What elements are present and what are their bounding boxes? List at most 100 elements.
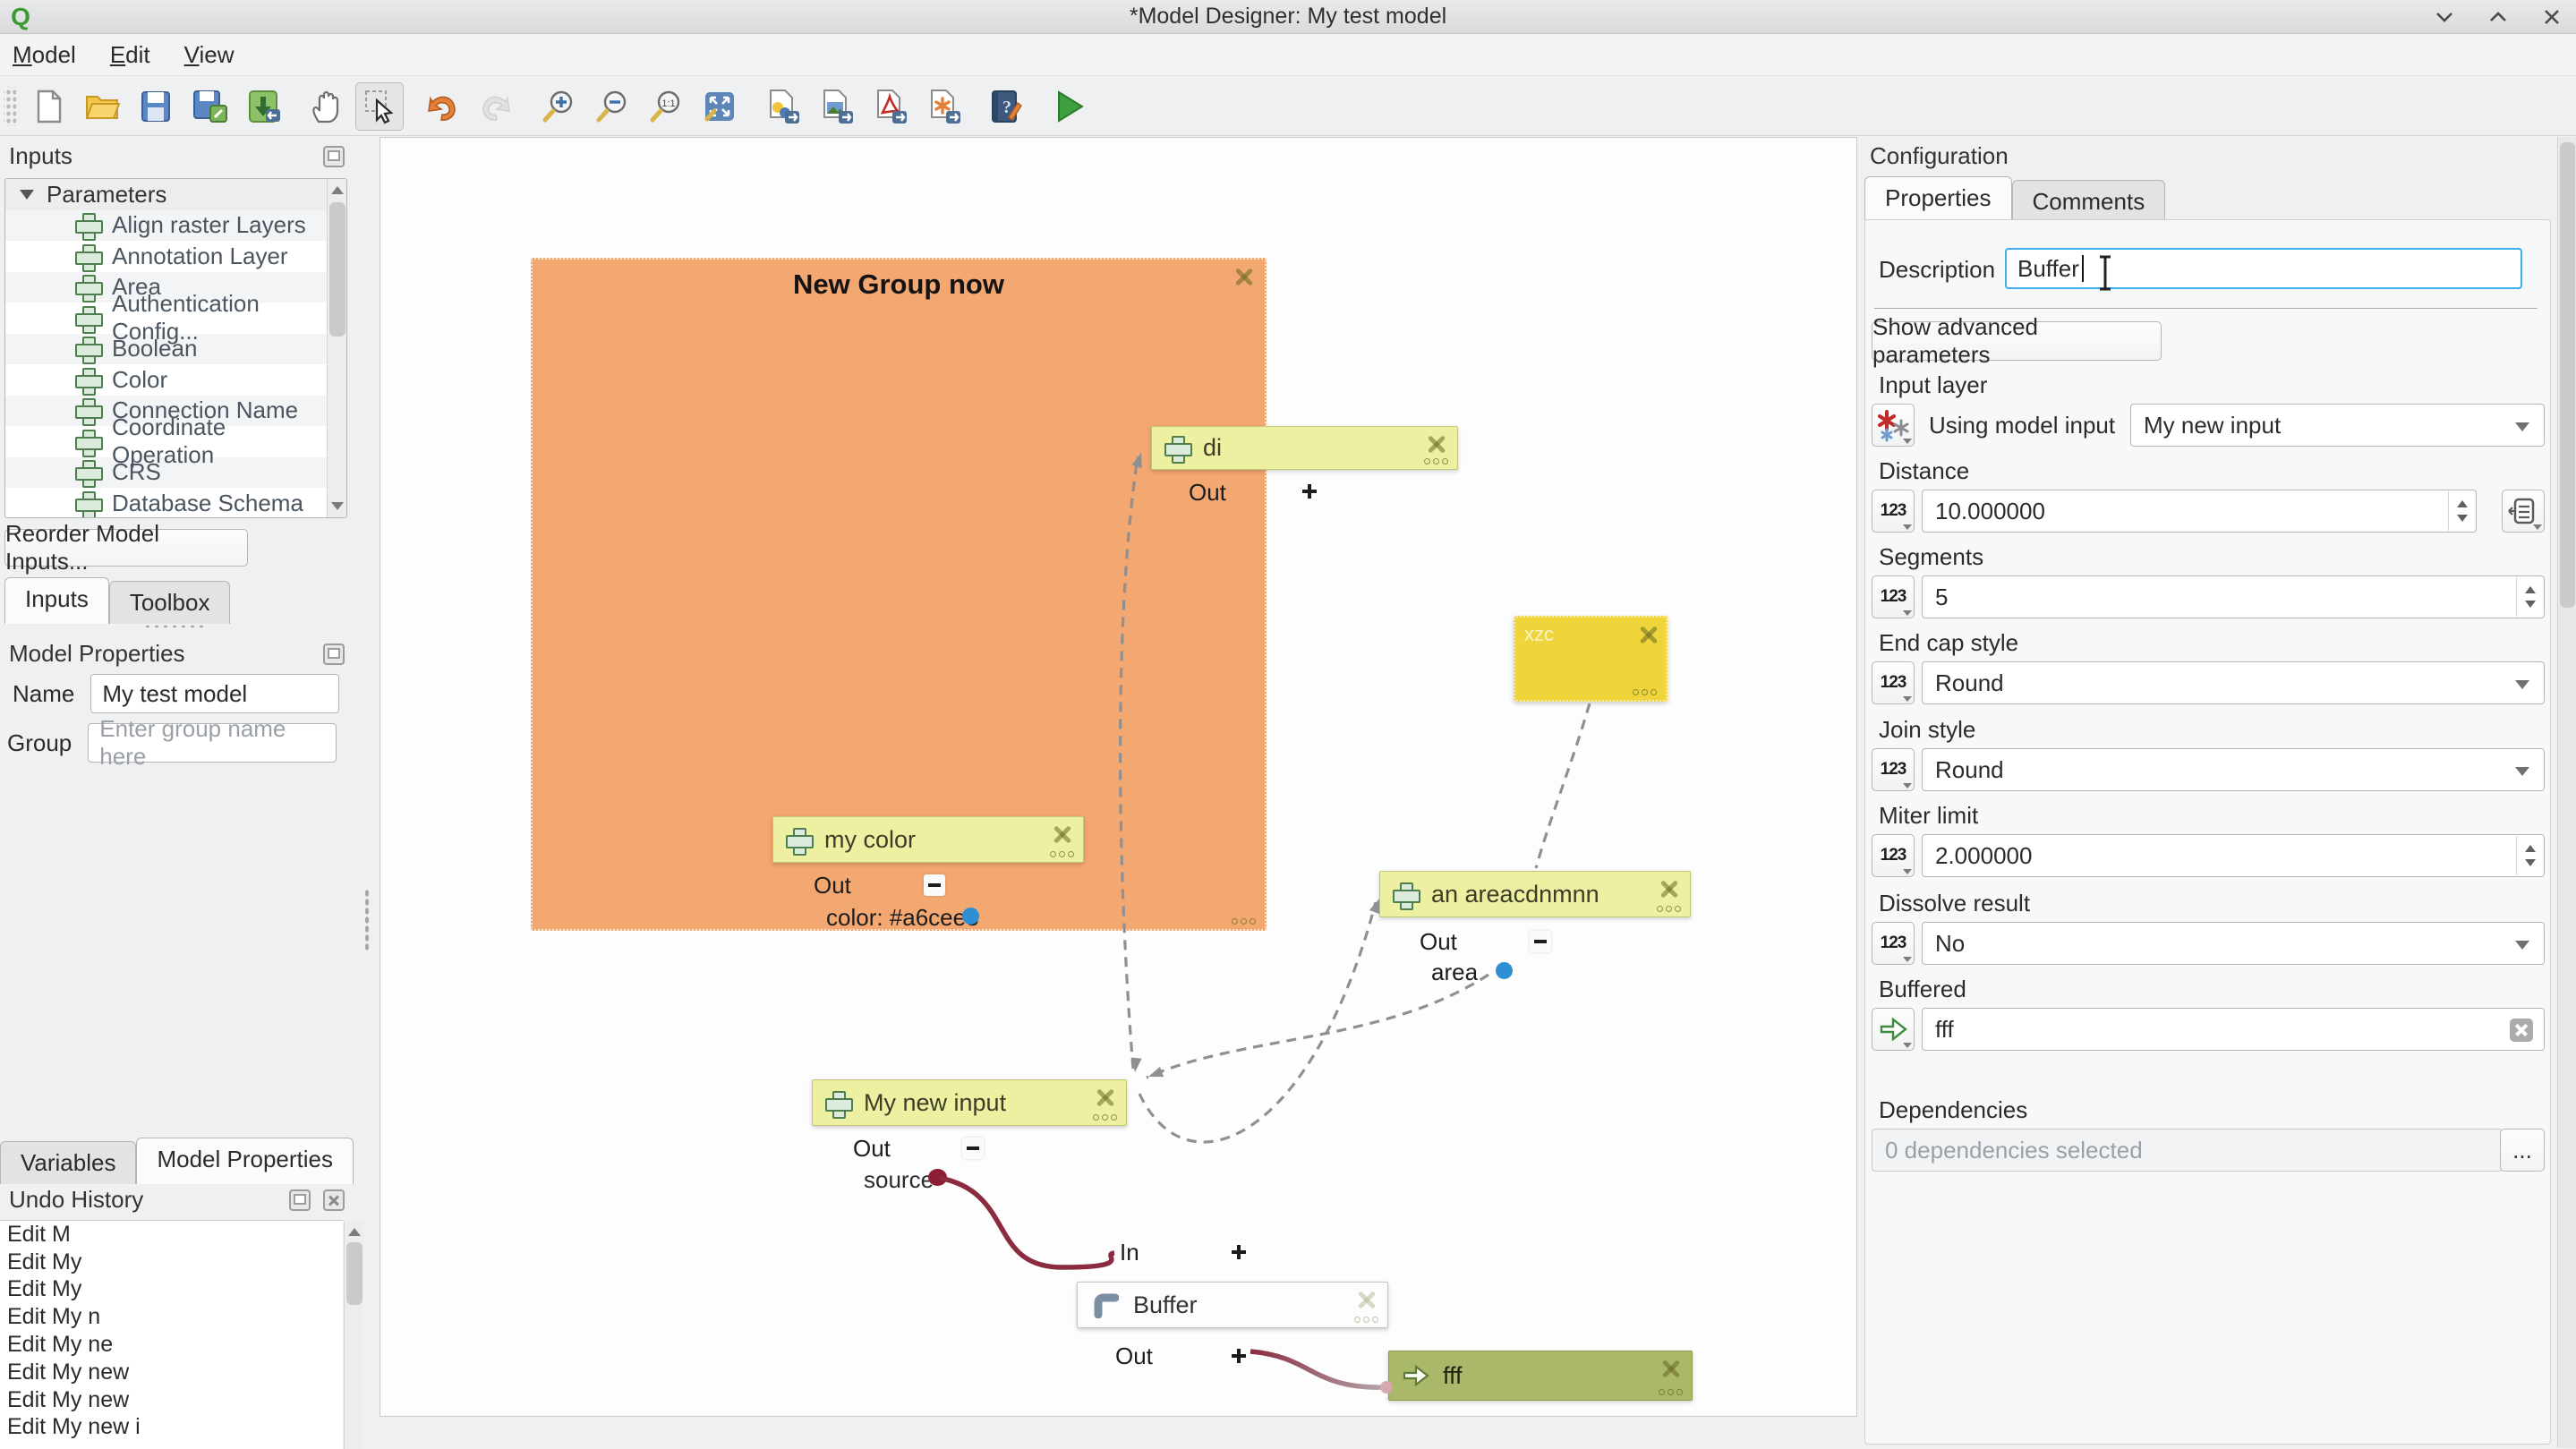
- number-type-button[interactable]: 123: [1872, 490, 1915, 533]
- edit-help-button[interactable]: ?: [982, 82, 1030, 131]
- dependencies-more-button[interactable]: ...: [2500, 1129, 2545, 1172]
- node-an-areacdnmnn[interactable]: an areacdnmnn: [1379, 871, 1691, 917]
- parameter-item-align-raster-layers[interactable]: Align raster Layers: [5, 210, 327, 242]
- remove-node-icon[interactable]: [1658, 877, 1681, 900]
- open-model-button[interactable]: [78, 82, 126, 131]
- undo-history-item[interactable]: Edit My: [0, 1276, 343, 1304]
- output-type-button[interactable]: [1872, 1008, 1915, 1051]
- float-panel-icon[interactable]: [289, 1189, 311, 1211]
- redo-button[interactable]: [472, 82, 520, 131]
- zoom-in-button[interactable]: [534, 82, 583, 131]
- description-input[interactable]: Buffer: [2005, 248, 2522, 289]
- parameter-item-authentication-config[interactable]: Authentication Config...: [5, 303, 327, 334]
- run-model-button[interactable]: [1045, 82, 1093, 131]
- scrollbar-thumb[interactable]: [329, 202, 345, 337]
- menu-edit[interactable]: Edit: [110, 41, 150, 69]
- parameters-scrollbar[interactable]: [327, 179, 346, 517]
- remove-group-icon[interactable]: [1233, 265, 1256, 288]
- node-di[interactable]: di: [1151, 426, 1458, 470]
- export-python-button[interactable]: [758, 82, 806, 131]
- parameter-item-color[interactable]: Color: [5, 364, 327, 396]
- undo-history-item[interactable]: Edit My new: [0, 1359, 343, 1386]
- maximize-button[interactable]: [2486, 5, 2510, 29]
- expand-inputs-icon[interactable]: [1228, 1241, 1250, 1263]
- float-panel-icon[interactable]: [323, 146, 345, 167]
- node-buffer[interactable]: Buffer: [1077, 1282, 1388, 1328]
- undo-history-item[interactable]: Edit My: [0, 1249, 343, 1276]
- number-type-button[interactable]: 123: [1872, 834, 1915, 877]
- number-type-button[interactable]: 123: [1872, 922, 1915, 965]
- buffered-output-input[interactable]: fff: [1922, 1008, 2545, 1051]
- menu-view[interactable]: View: [184, 41, 235, 69]
- output-socket-dot[interactable]: [962, 908, 979, 925]
- undo-history-item[interactable]: Edit M: [0, 1221, 343, 1249]
- number-type-button[interactable]: 123: [1872, 748, 1915, 791]
- collapse-outputs-icon[interactable]: [924, 874, 945, 896]
- end-cap-style-combo[interactable]: Round: [1922, 661, 2545, 704]
- close-panel-icon[interactable]: [323, 1189, 345, 1211]
- menu-model[interactable]: Model: [13, 41, 76, 69]
- reorder-model-inputs-button[interactable]: Reorder Model Inputs...: [4, 529, 248, 567]
- dissolve-result-combo[interactable]: No: [1922, 922, 2545, 965]
- number-type-button[interactable]: 123: [1872, 575, 1915, 618]
- remove-node-icon[interactable]: [1094, 1086, 1117, 1109]
- tab-properties[interactable]: Properties: [1864, 176, 2012, 223]
- node-my-new-input[interactable]: My new input: [812, 1079, 1127, 1126]
- save-model-button[interactable]: [132, 82, 180, 131]
- zoom-out-button[interactable]: [588, 82, 636, 131]
- export-pdf-button[interactable]: [866, 82, 914, 131]
- pan-button[interactable]: [302, 82, 350, 131]
- node-fff[interactable]: fff: [1388, 1351, 1693, 1401]
- model-name-input[interactable]: My test model: [90, 674, 339, 713]
- zoom-full-button[interactable]: [695, 82, 744, 131]
- source-socket-dot[interactable]: [928, 1169, 947, 1186]
- expand-outputs-icon[interactable]: [1299, 481, 1320, 502]
- float-panel-icon[interactable]: [323, 644, 345, 665]
- collapse-arrow-icon[interactable]: [20, 190, 34, 200]
- select-tool-button[interactable]: [355, 82, 404, 131]
- vertical-splitter[interactable]: [354, 137, 380, 1448]
- join-style-combo[interactable]: Round: [1922, 748, 2545, 791]
- tab-toolbox[interactable]: Toolbox: [109, 581, 231, 624]
- undo-history-item[interactable]: Edit My ne: [0, 1331, 343, 1359]
- panel-splitter[interactable]: [143, 624, 206, 629]
- scroll-down-icon[interactable]: [331, 502, 344, 510]
- tab-model-properties[interactable]: Model Properties: [136, 1138, 354, 1184]
- remove-node-icon[interactable]: [1051, 823, 1074, 846]
- undo-button[interactable]: [418, 82, 466, 131]
- export-svg-button[interactable]: [919, 82, 968, 131]
- dependencies-field[interactable]: 0 dependencies selected: [1872, 1129, 2503, 1172]
- remove-node-icon[interactable]: [1425, 432, 1448, 456]
- save-in-project-button[interactable]: [239, 82, 287, 131]
- group-name-input[interactable]: Enter group name here: [88, 723, 337, 763]
- tab-comments[interactable]: Comments: [2012, 180, 2166, 223]
- remove-node-icon[interactable]: [1659, 1357, 1683, 1380]
- output-socket-dot[interactable]: [1496, 962, 1513, 979]
- new-model-button[interactable]: [24, 82, 73, 131]
- tab-variables[interactable]: Variables: [0, 1141, 136, 1184]
- input-layer-combo[interactable]: My new input: [2130, 404, 2545, 447]
- scroll-up-icon[interactable]: [331, 186, 344, 194]
- clear-text-icon[interactable]: [2510, 1019, 2533, 1042]
- number-type-button[interactable]: 123: [1872, 661, 1915, 704]
- segments-spinbox[interactable]: 5: [1922, 575, 2545, 618]
- node-comment[interactable]: xzc: [1514, 616, 1668, 702]
- remove-comment-icon[interactable]: [1637, 623, 1657, 643]
- zoom-actual-button[interactable]: 1:1: [642, 82, 690, 131]
- parameter-item-coordinate-operation[interactable]: Coordinate Operation: [5, 426, 327, 457]
- data-defined-button[interactable]: [1872, 404, 1915, 447]
- toolbar-handle[interactable]: [4, 87, 16, 126]
- iterate-button[interactable]: [2502, 490, 2545, 533]
- tab-inputs[interactable]: Inputs: [4, 577, 109, 624]
- minimize-button[interactable]: [2433, 5, 2456, 29]
- close-button[interactable]: [2540, 5, 2563, 29]
- distance-spinbox[interactable]: 10.000000: [1922, 490, 2477, 533]
- undo-history-item[interactable]: Edit My new i: [0, 1414, 343, 1442]
- undo-history-item[interactable]: Edit My new: [0, 1386, 343, 1414]
- node-my-color[interactable]: my color: [772, 816, 1084, 863]
- miter-limit-spinbox[interactable]: 2.000000: [1922, 834, 2545, 877]
- parameter-item-annotation-layer[interactable]: Annotation Layer: [5, 241, 327, 272]
- undo-history-item[interactable]: Edit My n: [0, 1303, 343, 1331]
- remove-node-icon[interactable]: [1355, 1288, 1378, 1311]
- configuration-scrollbar[interactable]: [2557, 137, 2576, 1448]
